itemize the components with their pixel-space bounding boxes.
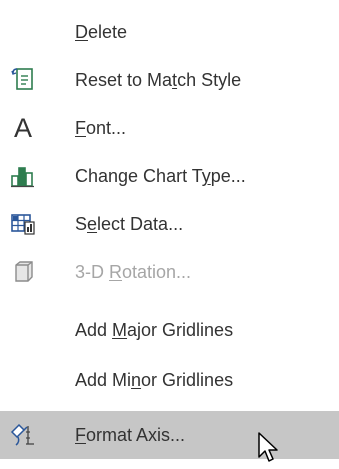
menu-item-label: Select Data... xyxy=(75,214,184,234)
menu-item-delete[interactable]: Delete xyxy=(0,8,339,56)
menu-item-reset-to-match-style[interactable]: Reset to Match Style xyxy=(0,56,339,104)
menu-item-font[interactable]: A Font... xyxy=(0,104,339,152)
context-menu: Delete Reset to Match Style A Font... Ch… xyxy=(0,0,339,469)
menu-item-add-minor-gridlines[interactable]: Add Minor Gridlines xyxy=(0,356,339,404)
menu-item-change-chart-type[interactable]: Change Chart Type... xyxy=(0,152,339,200)
menu-item-label: Format Axis... xyxy=(75,425,186,445)
menu-item-label: Font... xyxy=(75,118,127,138)
font-icon-glyph: A xyxy=(13,113,32,143)
menu-item-select-data[interactable]: Select Data... xyxy=(0,200,339,248)
menu-item-format-axis[interactable]: Format Axis... xyxy=(0,411,339,459)
menu-item-3d-rotation: 3-D Rotation... xyxy=(0,248,339,296)
menu-item-add-major-gridlines[interactable]: Add Major Gridlines xyxy=(0,306,339,354)
format-axis-icon xyxy=(8,420,38,450)
font-icon: A xyxy=(8,113,38,143)
menu-item-label: Add Major Gridlines xyxy=(75,320,234,340)
menu-item-label: Reset to Match Style xyxy=(75,70,242,90)
reset-style-icon xyxy=(8,65,38,95)
chart-type-icon xyxy=(8,161,38,191)
menu-item-label: Delete xyxy=(75,22,128,42)
menu-item-label: Change Chart Type... xyxy=(75,166,246,186)
mouse-cursor-icon xyxy=(258,432,278,462)
menu-item-label: Add Minor Gridlines xyxy=(75,370,234,390)
rotation-3d-icon xyxy=(8,257,38,287)
select-data-icon xyxy=(8,209,38,239)
menu-item-label: 3-D Rotation... xyxy=(75,262,192,282)
